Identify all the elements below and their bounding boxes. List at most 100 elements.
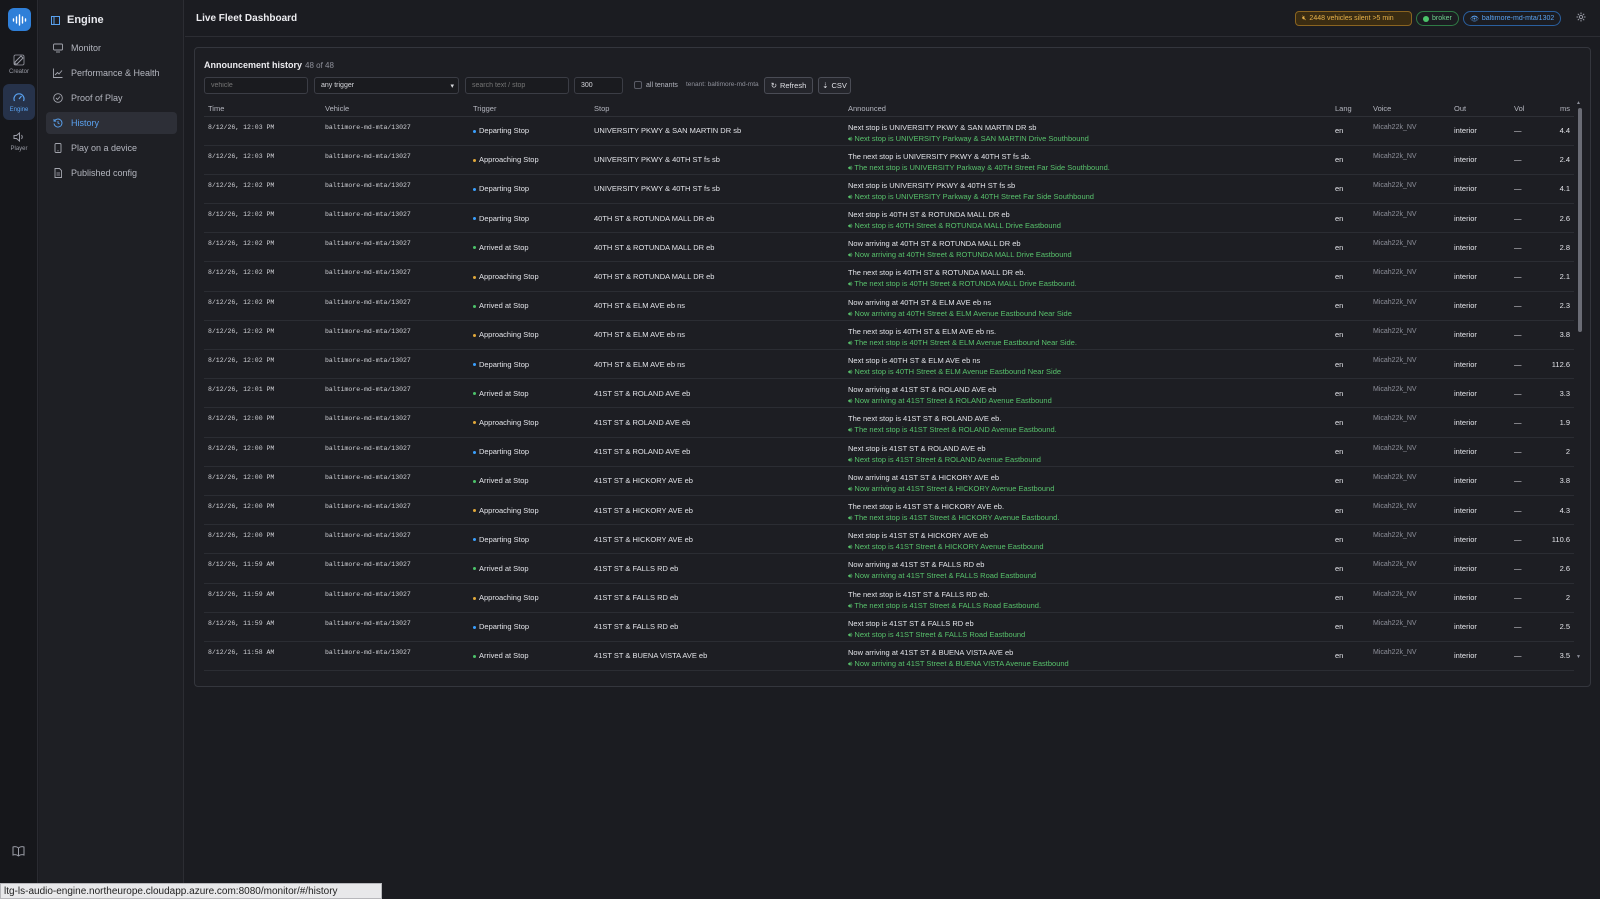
cell-announced: Now arriving at 40TH ST & ELM AVE eb ns 🔊… (844, 291, 1331, 321)
rail-player[interactable]: Player (3, 123, 35, 159)
cell-stop: UNIVERSITY PKWY & 40TH ST fs sb (590, 174, 844, 205)
spoken-text: The next stop is 40TH Street & ELM Avenu… (854, 337, 1077, 347)
all-tenants-toggle[interactable]: all tenants (634, 81, 678, 89)
table-row[interactable]: 8/12/26, 12:03 PM baltimore-md-mta/13027 A… (204, 145, 1574, 175)
col-vol[interactable]: Vol (1510, 102, 1545, 117)
silent-vehicles-badge[interactable]: 🔇︎ 2448 vehicles silent >5 min (1295, 11, 1412, 26)
table-row[interactable]: 8/12/26, 12:01 PM baltimore-md-mta/13027 A… (204, 378, 1574, 409)
col-voice[interactable]: Voice (1369, 102, 1450, 117)
cell-vol: — (1510, 203, 1545, 234)
cell-vehicle: baltimore-md-mta/13027 (321, 437, 469, 467)
speaker-icon: 🔊︎ (848, 252, 853, 260)
trigger-label: Approaching Stop (479, 417, 539, 427)
spoken-text-line: 🔊︎ The next stop is 40TH Street & ELM Ave… (848, 337, 1327, 349)
cell-lang: en (1331, 349, 1369, 380)
all-tenants-checkbox[interactable] (634, 81, 642, 89)
vehicle-filter-input[interactable] (204, 77, 308, 94)
eye-icon: 👁︎ (1470, 15, 1479, 23)
table-row[interactable]: 8/12/26, 12:02 PM baltimore-md-mta/13027 A… (204, 320, 1574, 351)
spoken-text-line: 🔊︎ Next stop is UNIVERSITY Parkway & 40TH… (848, 191, 1327, 203)
table-row[interactable]: 8/12/26, 12:02 PM baltimore-md-mta/13027 A… (204, 261, 1574, 292)
search-text-input[interactable] (465, 77, 569, 94)
cell-lang: en (1331, 641, 1369, 672)
cell-stop: UNIVERSITY PKWY & 40TH ST fs sb (590, 145, 844, 175)
cell-stop: UNIVERSITY PKWY & SAN MARTIN DR sb (590, 116, 844, 146)
cell-trigger: Arrived at Stop (469, 232, 590, 263)
col-stop[interactable]: Stop (590, 102, 844, 117)
spoken-text: Next stop is 40TH Street & ELM Avenue Ea… (854, 367, 1062, 376)
sidebar-item-published-config[interactable]: Published config (46, 162, 177, 184)
cell-voice: Micah22k_NV (1369, 612, 1450, 642)
table-row[interactable]: 8/12/26, 12:02 PM baltimore-md-mta/13027 D… (204, 349, 1574, 380)
col-lang[interactable]: Lang (1331, 102, 1369, 117)
sidebar-item-play-on-device[interactable]: Play on a device (46, 137, 177, 159)
spoken-text-line: 🔊︎ Next stop is 41ST Street & HICKORY Ave… (848, 541, 1327, 553)
cell-voice: Micah22k_NV (1369, 145, 1450, 175)
cell-trigger: Approaching Stop (469, 320, 590, 351)
table-row[interactable]: 8/12/26, 12:02 PM baltimore-md-mta/13027 A… (204, 291, 1574, 321)
book-icon[interactable] (12, 845, 25, 859)
col-ms[interactable]: ms (1545, 102, 1574, 117)
table-row[interactable]: 8/12/26, 12:02 PM baltimore-md-mta/13027 D… (204, 203, 1574, 234)
scrollbar-thumb[interactable] (1578, 108, 1582, 332)
announced-text: Now arriving at 40TH ST & ROTUNDA MALL D… (848, 239, 1021, 249)
trigger-select[interactable]: any trigger ▾ (314, 77, 459, 94)
scroll-down-arrow-icon[interactable]: ▼ (1576, 654, 1581, 660)
sidebar-item-monitor[interactable]: Monitor (46, 37, 177, 59)
table-row[interactable]: 8/12/26, 12:00 PM baltimore-md-mta/13027 A… (204, 407, 1574, 438)
cell-announced: Next stop is UNIVERSITY PKWY & SAN MARTI… (844, 116, 1331, 146)
table-row[interactable]: 8/12/26, 11:59 AM baltimore-md-mta/13027 A… (204, 583, 1574, 613)
trigger-dot-icon (473, 333, 476, 337)
cell-trigger: Departing Stop (469, 116, 590, 146)
rail-creator[interactable]: Creator (3, 46, 35, 82)
table-row[interactable]: 8/12/26, 12:02 PM baltimore-md-mta/13027 A… (204, 232, 1574, 263)
cell-announced: Next stop is 40TH ST & ELM AVE eb ns 🔊︎ Ne… (844, 349, 1331, 380)
spoken-text: Next stop is 41ST Street & ROLAND Avenue… (854, 454, 1041, 464)
spoken-text: Next stop is 41ST Street & HICKORY Avenu… (854, 542, 1044, 552)
table-row[interactable]: 8/12/26, 11:59 AM baltimore-md-mta/13027 D… (204, 612, 1574, 642)
col-trigger[interactable]: Trigger (469, 102, 590, 117)
broker-status-badge[interactable]: broker (1416, 11, 1459, 26)
sidebar-item-history[interactable]: History (46, 112, 177, 134)
rail-engine[interactable]: Engine (3, 84, 35, 120)
announced-text: Next stop is 40TH ST & ELM AVE eb ns (848, 356, 981, 365)
table-row[interactable]: 8/12/26, 12:00 PM baltimore-md-mta/13027 A… (204, 466, 1574, 496)
cell-stop: 41ST ST & HICKORY AVE eb (590, 495, 844, 526)
sidebar-item-performance[interactable]: Performance & Health (46, 62, 177, 84)
cell-announced: Next stop is 40TH ST & ROTUNDA MALL DR e… (844, 203, 1331, 234)
sidebar-item-proof-of-play[interactable]: Proof of Play (46, 87, 177, 109)
spoken-text-line: 🔊︎ Next stop is 40TH Street & ELM Avenue … (848, 366, 1327, 378)
sidebar-item-label: Play on a device (71, 143, 138, 153)
trigger-dot-icon (473, 654, 476, 658)
col-announced[interactable]: Announced (844, 102, 1331, 117)
spoken-text: The next stop is 41ST Street & FALLS Roa… (854, 600, 1042, 610)
cell-time: 8/12/26, 12:03 PM (204, 145, 321, 175)
limit-input[interactable]: 300 (574, 77, 623, 94)
col-vehicle[interactable]: Vehicle (321, 102, 469, 117)
table-row[interactable]: 8/12/26, 12:02 PM baltimore-md-mta/13027 D… (204, 174, 1574, 205)
table-row[interactable]: 8/12/26, 12:03 PM baltimore-md-mta/13027 D… (204, 116, 1574, 146)
table-row[interactable]: 8/12/26, 12:00 PM baltimore-md-mta/13027 D… (204, 524, 1574, 555)
refresh-button[interactable]: ↻ Refresh (764, 77, 813, 94)
cell-time: 8/12/26, 12:00 PM (204, 524, 321, 555)
trigger-dot-icon (473, 158, 476, 162)
cell-lang: en (1331, 553, 1369, 584)
table-row[interactable]: 8/12/26, 12:00 PM baltimore-md-mta/13027 A… (204, 495, 1574, 526)
spoken-text-line: 🔊︎ The next stop is UNIVERSITY Parkway & … (848, 162, 1327, 174)
table-row[interactable]: 8/12/26, 12:00 PM baltimore-md-mta/13027 D… (204, 437, 1574, 467)
table-row[interactable]: 8/12/26, 11:58 AM baltimore-md-mta/13027 A… (204, 641, 1574, 672)
table-body: 8/12/26, 12:03 PM baltimore-md-mta/13027 D… (204, 116, 1574, 672)
col-out[interactable]: Out (1450, 102, 1510, 117)
settings-gear-icon[interactable] (1576, 12, 1586, 24)
table-row[interactable]: 8/12/26, 11:59 AM baltimore-md-mta/13027 A… (204, 553, 1574, 584)
trigger-dot-icon (473, 450, 476, 454)
sidebar-title: Engine (67, 14, 104, 26)
tenant-badge[interactable]: 👁︎ baltimore-md-mta/13027 (1463, 11, 1561, 26)
csv-button[interactable]: ⇣ CSV (818, 77, 851, 94)
cell-voice: Micah22k_NV (1369, 553, 1450, 584)
cell-out: interior (1450, 116, 1510, 146)
col-time[interactable]: Time (204, 102, 321, 117)
cell-stop: 41ST ST & ROLAND AVE eb (590, 437, 844, 467)
app-logo-icon[interactable] (8, 8, 31, 31)
vertical-scrollbar[interactable] (1578, 102, 1582, 662)
